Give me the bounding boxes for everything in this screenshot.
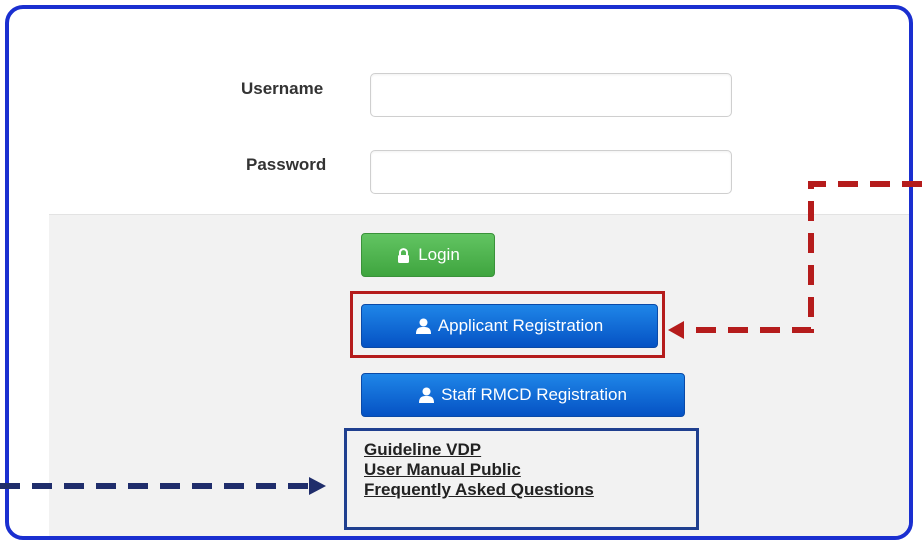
annotation-arrows [0, 181, 922, 495]
navy-arrowhead [309, 477, 326, 495]
red-dashed-connector [682, 181, 922, 333]
red-arrowhead [668, 321, 684, 339]
